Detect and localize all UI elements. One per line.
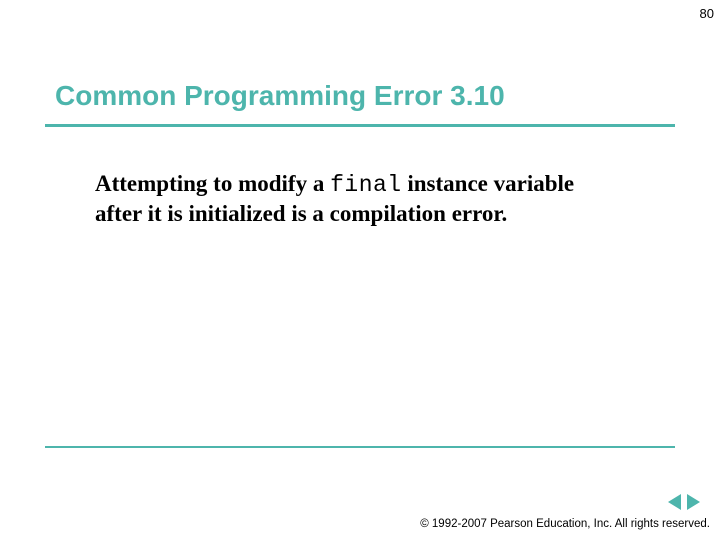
page-number: 80 — [700, 6, 714, 21]
code-keyword: final — [330, 172, 402, 198]
bottom-rule — [45, 446, 675, 448]
nav-controls — [668, 494, 700, 510]
prev-slide-button[interactable] — [668, 494, 681, 510]
body-paragraph: Attempting to modify a final instance va… — [95, 170, 605, 229]
copyright-text: © 1992-2007 Pearson Education, Inc. All … — [420, 518, 710, 530]
next-slide-button[interactable] — [687, 494, 700, 510]
slide-title: Common Programming Error 3.10 — [55, 80, 505, 112]
title-underline — [45, 124, 675, 127]
body-prefix: Attempting to modify a — [95, 171, 330, 196]
